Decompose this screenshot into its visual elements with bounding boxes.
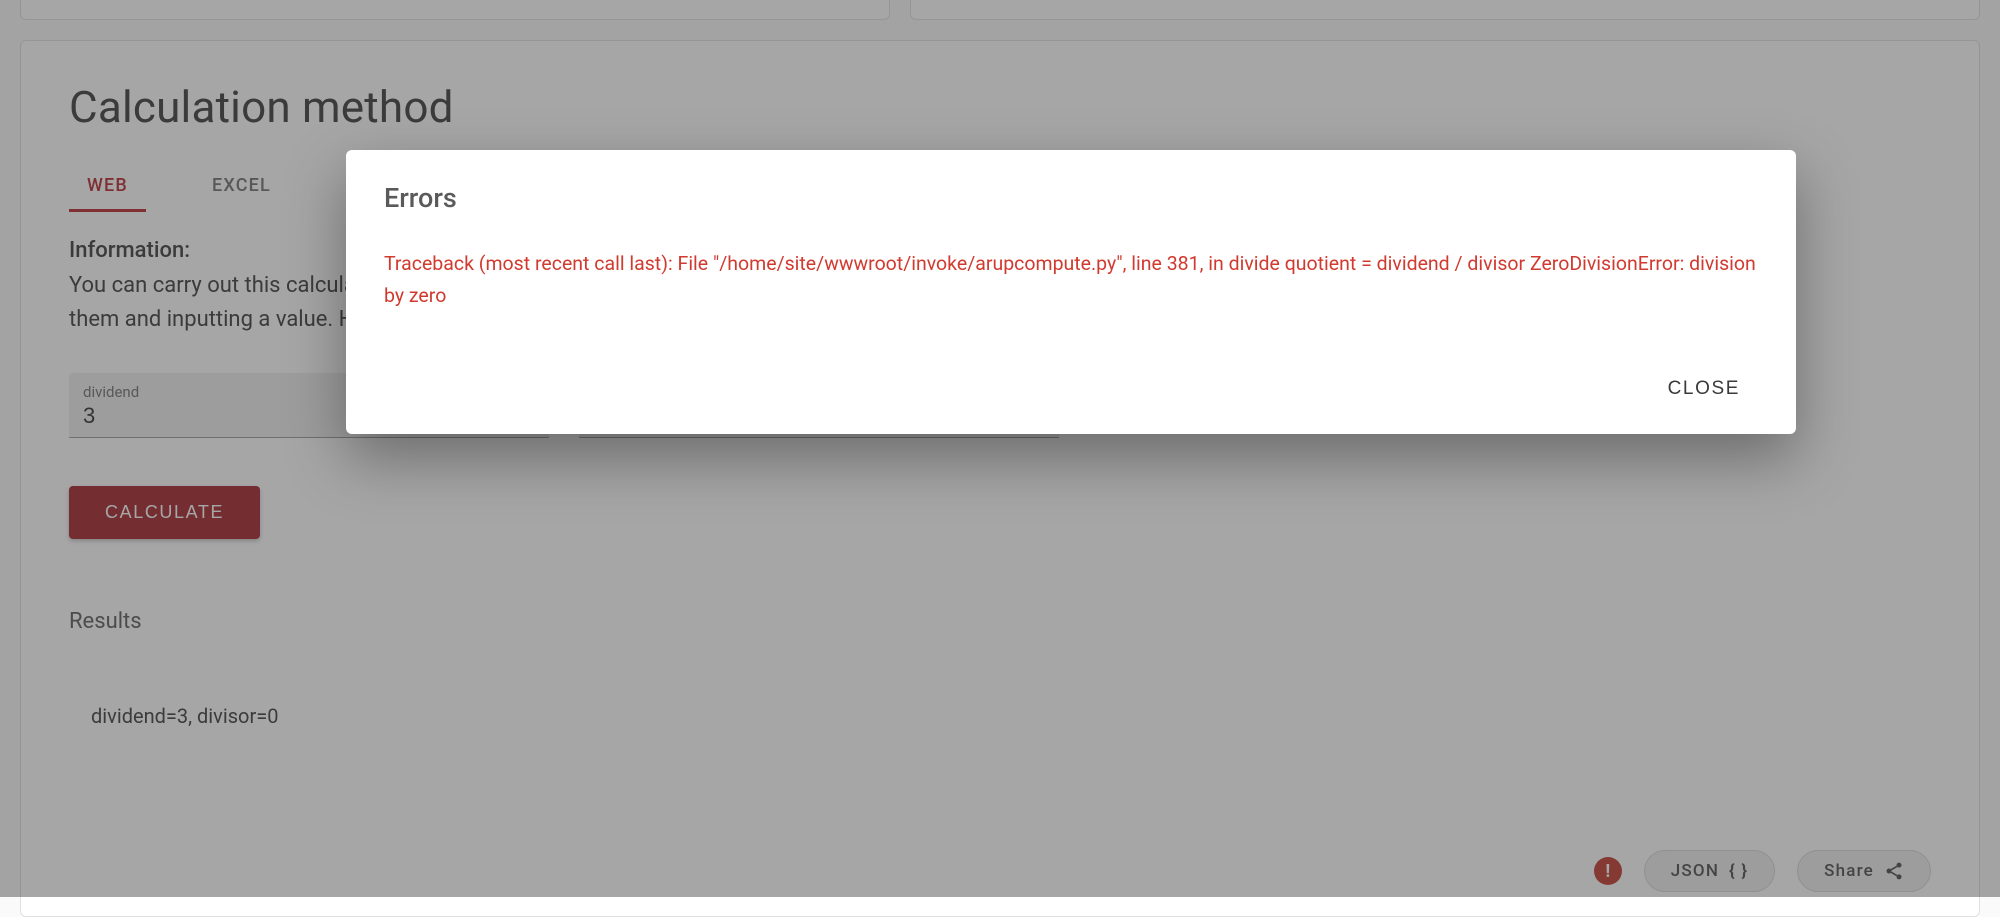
- modal-overlay[interactable]: [0, 0, 2000, 897]
- dialog-error-message: Traceback (most recent call last): File …: [384, 248, 1758, 312]
- close-button[interactable]: CLOSE: [1650, 366, 1758, 412]
- dialog-title: Errors: [384, 182, 1758, 214]
- dialog-actions: CLOSE: [384, 366, 1758, 412]
- errors-dialog: Errors Traceback (most recent call last)…: [346, 150, 1796, 434]
